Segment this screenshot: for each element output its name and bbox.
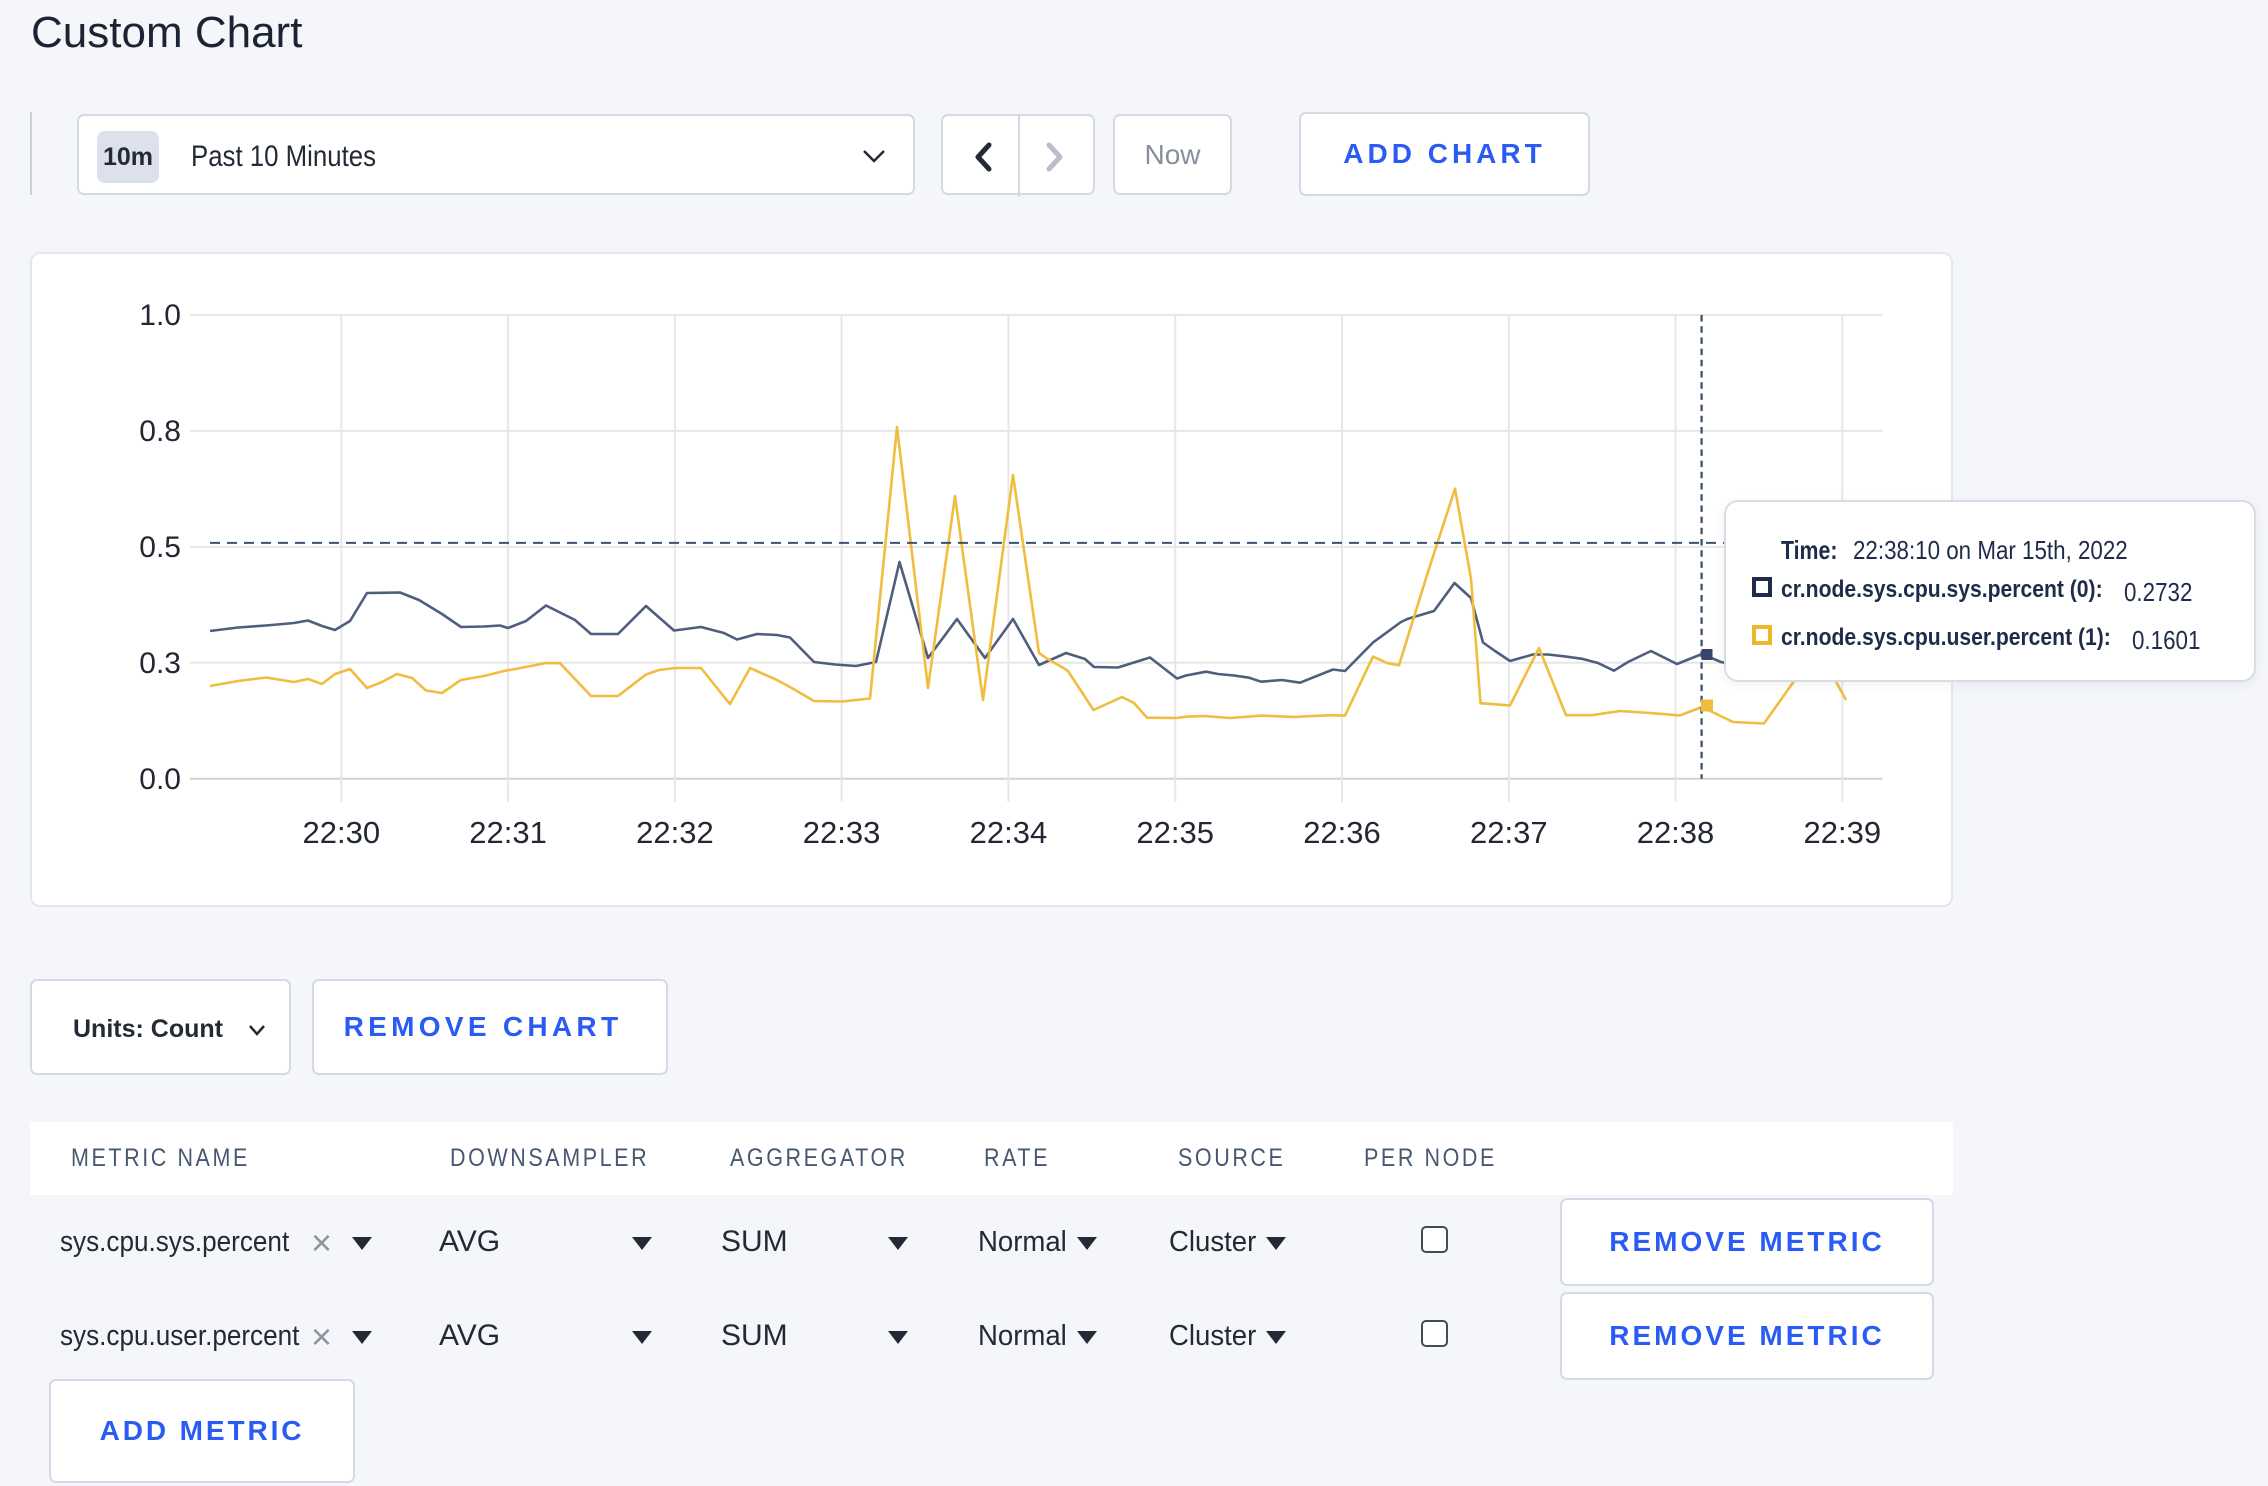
svg-text:0.5: 0.5 [139,531,181,564]
svg-text:22:33: 22:33 [803,815,881,850]
svg-text:0.8: 0.8 [139,415,181,448]
svg-text:22:37: 22:37 [1470,815,1548,850]
svg-text:22:32: 22:32 [636,815,714,850]
svg-text:22:38: 22:38 [1637,815,1715,850]
svg-text:0.3: 0.3 [139,647,181,680]
svg-text:22:39: 22:39 [1804,815,1882,850]
svg-text:22:36: 22:36 [1303,815,1381,850]
svg-text:0.0: 0.0 [139,763,181,796]
svg-text:22:31: 22:31 [469,815,547,850]
svg-text:1.0: 1.0 [139,299,181,332]
svg-text:22:30: 22:30 [303,815,381,850]
svg-text:22:35: 22:35 [1136,815,1214,850]
svg-text:22:34: 22:34 [970,815,1048,850]
